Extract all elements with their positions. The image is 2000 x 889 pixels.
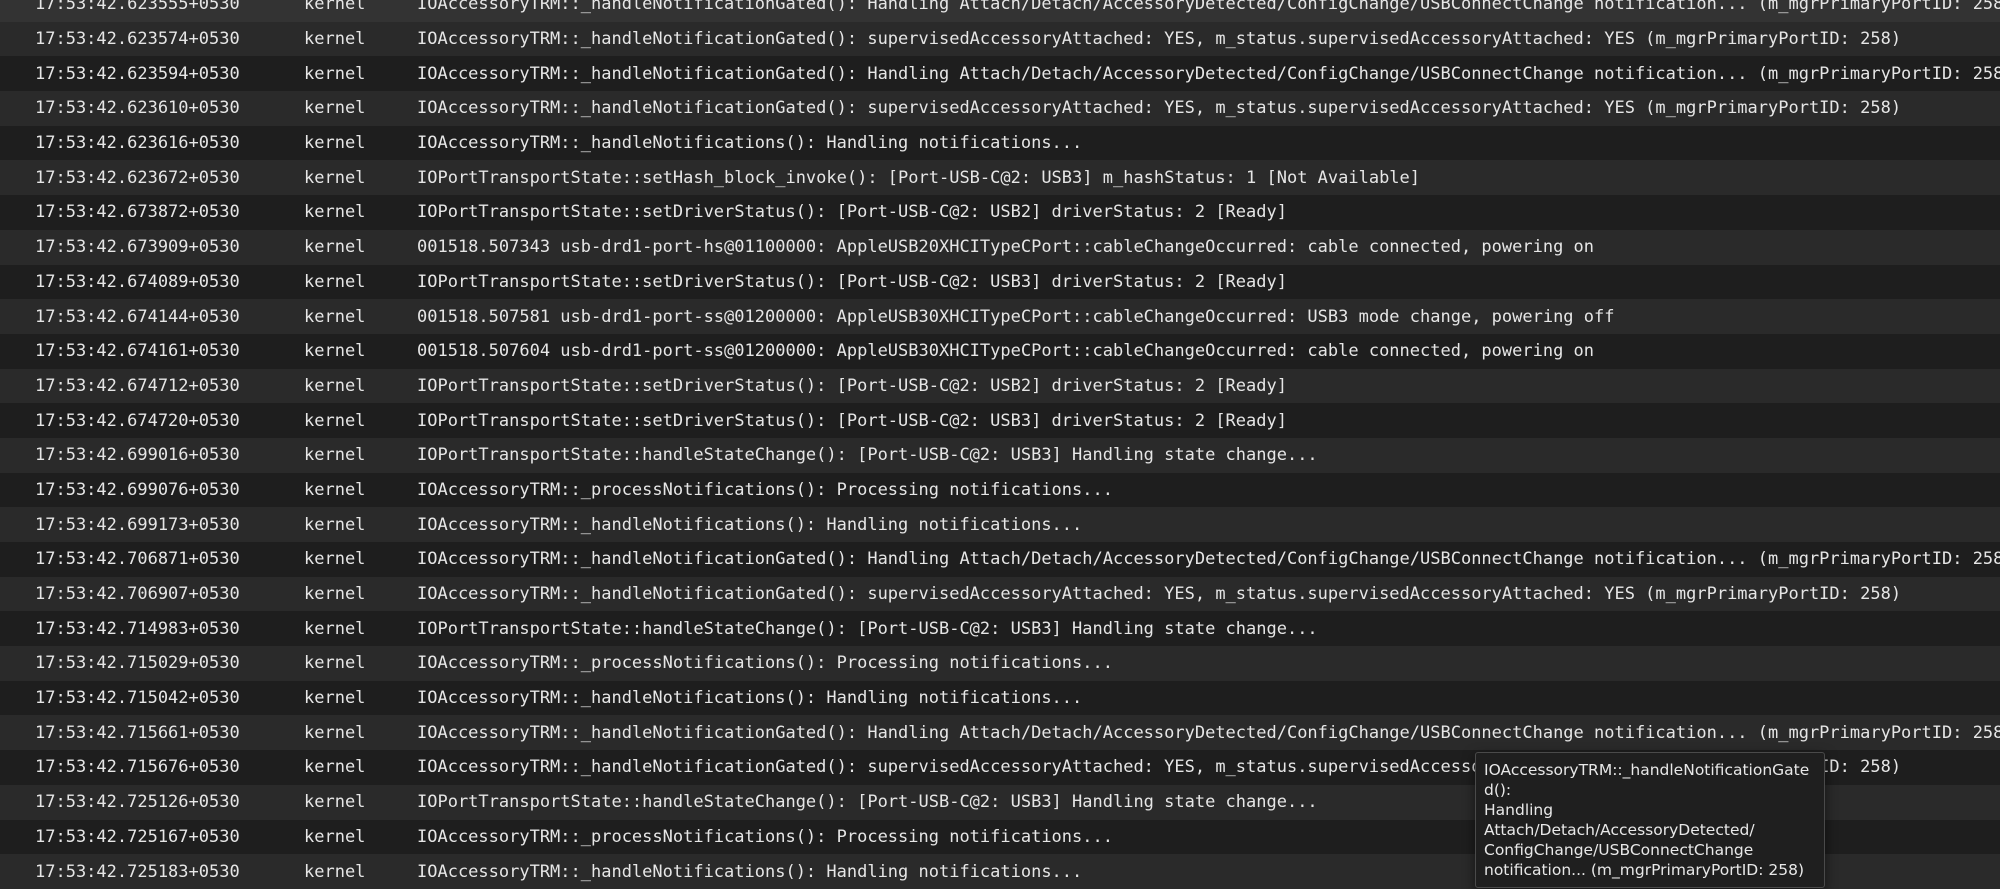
log-message: IOAccessoryTRM::_handleNotifications(): … [417, 133, 1083, 154]
log-time: 17:53:42.699076+0530 [35, 479, 240, 500]
log-message: IOPortTransportState::setDriverStatus():… [417, 271, 1287, 292]
log-process: kernel [304, 653, 366, 674]
log-message: IOAccessoryTRM::_processNotifications():… [417, 479, 1113, 500]
log-message: IOAccessoryTRM::_handleNotificationGated… [417, 63, 2000, 84]
log-time: 17:53:42.715676+0530 [35, 757, 240, 778]
log-process: kernel [304, 375, 366, 396]
message-tooltip: IOAccessoryTRM::_handleNotificationGated… [1475, 752, 1825, 888]
log-process: kernel [304, 826, 366, 847]
log-time: 17:53:42.725167+0530 [35, 826, 240, 847]
log-process: kernel [304, 133, 366, 154]
log-row[interactable]: 17:53:42.699173+0530 kernel IOAccessoryT… [0, 507, 2000, 542]
log-process: kernel [304, 237, 366, 258]
log-process: kernel [304, 410, 366, 431]
log-message: IOPortTransportState::handleStateChange(… [417, 445, 1318, 466]
log-message: IOAccessoryTRM::_handleNotifications(): … [417, 514, 1083, 535]
log-row[interactable]: 17:53:42.623616+0530 kernel IOAccessoryT… [0, 126, 2000, 161]
log-time: 17:53:42.715661+0530 [35, 722, 240, 743]
log-message: IOPortTransportState::handleStateChange(… [417, 618, 1318, 639]
log-process: kernel [304, 514, 366, 535]
log-row[interactable]: 17:53:42.674144+0530 kernel 001518.50758… [0, 299, 2000, 334]
log-row[interactable]: 17:53:42.674089+0530 kernel IOPortTransp… [0, 265, 2000, 300]
log-process: kernel [304, 549, 366, 570]
log-message: IOPortTransportState::setHash_block_invo… [417, 167, 1421, 188]
log-row[interactable]: 17:53:42.673909+0530 kernel 001518.50734… [0, 229, 2000, 265]
log-message: IOAccessoryTRM::_handleNotificationGated… [417, 0, 2000, 15]
log-message: IOPortTransportState::setDriverStatus():… [417, 375, 1287, 396]
log-time: 17:53:42.623610+0530 [35, 98, 240, 119]
log-process: kernel [304, 861, 366, 882]
log-row[interactable]: 17:53:42.715661+0530 kernel IOAccessoryT… [0, 715, 2000, 751]
log-row[interactable]: 17:53:42.714983+0530 kernel IOPortTransp… [0, 611, 2000, 646]
log-time: 17:53:42.623574+0530 [35, 29, 240, 50]
log-process: kernel [304, 618, 366, 639]
log-time: 17:53:42.715029+0530 [35, 653, 240, 674]
log-row[interactable]: 17:53:42.706907+0530 kernel IOAccessoryT… [0, 576, 2000, 612]
log-process: kernel [304, 167, 366, 188]
log-process: kernel [304, 688, 366, 709]
log-time: 17:53:42.699173+0530 [35, 514, 240, 535]
log-message: IOAccessoryTRM::_handleNotifications(): … [417, 688, 1083, 709]
log-message: IOAccessoryTRM::_processNotifications():… [417, 653, 1113, 674]
log-row[interactable]: 17:53:42.674720+0530 kernel IOPortTransp… [0, 403, 2000, 438]
log-time: 17:53:42.623616+0530 [35, 133, 240, 154]
log-process: kernel [304, 722, 366, 743]
log-time: 17:53:42.714983+0530 [35, 618, 240, 639]
log-time: 17:53:42.674089+0530 [35, 271, 240, 292]
log-row[interactable]: 17:53:42.674161+0530 kernel 001518.50760… [0, 334, 2000, 369]
log-row[interactable]: 17:53:42.623672+0530 kernel IOPortTransp… [0, 160, 2000, 196]
log-process: kernel [304, 98, 366, 119]
log-message: IOAccessoryTRM::_handleNotificationGated… [417, 29, 1902, 50]
log-process: kernel [304, 757, 366, 778]
log-time: 17:53:42.725126+0530 [35, 792, 240, 813]
log-process: kernel [304, 479, 366, 500]
log-time: 17:53:42.623555+0530 [35, 0, 240, 15]
log-message: IOAccessoryTRM::_handleNotificationGated… [417, 549, 2000, 570]
log-process: kernel [304, 0, 366, 15]
log-time: 17:53:42.673872+0530 [35, 202, 240, 223]
log-process: kernel [304, 63, 366, 84]
log-row[interactable]: 17:53:42.706871+0530 kernel IOAccessoryT… [0, 542, 2000, 577]
log-message: IOAccessoryTRM::_handleNotificationGated… [417, 722, 2000, 743]
log-row[interactable]: 17:53:42.715042+0530 kernel IOAccessoryT… [0, 681, 2000, 716]
log-message: IOAccessoryTRM::_handleNotificationGated… [417, 98, 1902, 119]
log-time: 17:53:42.674161+0530 [35, 341, 240, 362]
log-row[interactable]: 17:53:42.715029+0530 kernel IOAccessoryT… [0, 646, 2000, 681]
log-time: 17:53:42.673909+0530 [35, 237, 240, 258]
log-row[interactable]: 17:53:42.699076+0530 kernel IOAccessoryT… [0, 473, 2000, 508]
log-row[interactable]: 17:53:42.623555+0530 kernel IOAccessoryT… [0, 0, 2000, 22]
log-time: 17:53:42.725183+0530 [35, 861, 240, 882]
log-time: 17:53:42.623672+0530 [35, 167, 240, 188]
log-row[interactable]: 17:53:42.673872+0530 kernel IOPortTransp… [0, 195, 2000, 230]
log-row[interactable]: 17:53:42.623574+0530 kernel IOAccessoryT… [0, 21, 2000, 57]
log-row[interactable]: 17:53:42.623610+0530 kernel IOAccessoryT… [0, 91, 2000, 126]
log-time: 17:53:42.623594+0530 [35, 63, 240, 84]
log-process: kernel [304, 792, 366, 813]
log-process: kernel [304, 306, 366, 327]
log-message: 001518.507604 usb-drd1-port-ss@01200000:… [417, 341, 1595, 362]
log-message: IOPortTransportState::setDriverStatus():… [417, 202, 1287, 223]
log-process: kernel [304, 341, 366, 362]
log-process: kernel [304, 271, 366, 292]
log-process: kernel [304, 584, 366, 605]
log-time: 17:53:42.674144+0530 [35, 306, 240, 327]
log-message: IOAccessoryTRM::_handleNotificationGated… [417, 584, 1902, 605]
log-process: kernel [304, 445, 366, 466]
log-row[interactable]: 17:53:42.623594+0530 kernel IOAccessoryT… [0, 56, 2000, 91]
log-message: 001518.507343 usb-drd1-port-hs@01100000:… [417, 237, 1595, 258]
log-time: 17:53:42.706871+0530 [35, 549, 240, 570]
log-message: IOPortTransportState::setDriverStatus():… [417, 410, 1287, 431]
log-time: 17:53:42.706907+0530 [35, 584, 240, 605]
log-row[interactable]: 17:53:42.674712+0530 kernel IOPortTransp… [0, 368, 2000, 404]
log-message: 001518.507581 usb-drd1-port-ss@01200000:… [417, 306, 1615, 327]
log-row[interactable]: 17:53:42.699016+0530 kernel IOPortTransp… [0, 437, 2000, 473]
log-process: kernel [304, 202, 366, 223]
log-time: 17:53:42.715042+0530 [35, 688, 240, 709]
log-process: kernel [304, 29, 366, 50]
log-time: 17:53:42.699016+0530 [35, 445, 240, 466]
log-time: 17:53:42.674720+0530 [35, 410, 240, 431]
log-time: 17:53:42.674712+0530 [35, 375, 240, 396]
